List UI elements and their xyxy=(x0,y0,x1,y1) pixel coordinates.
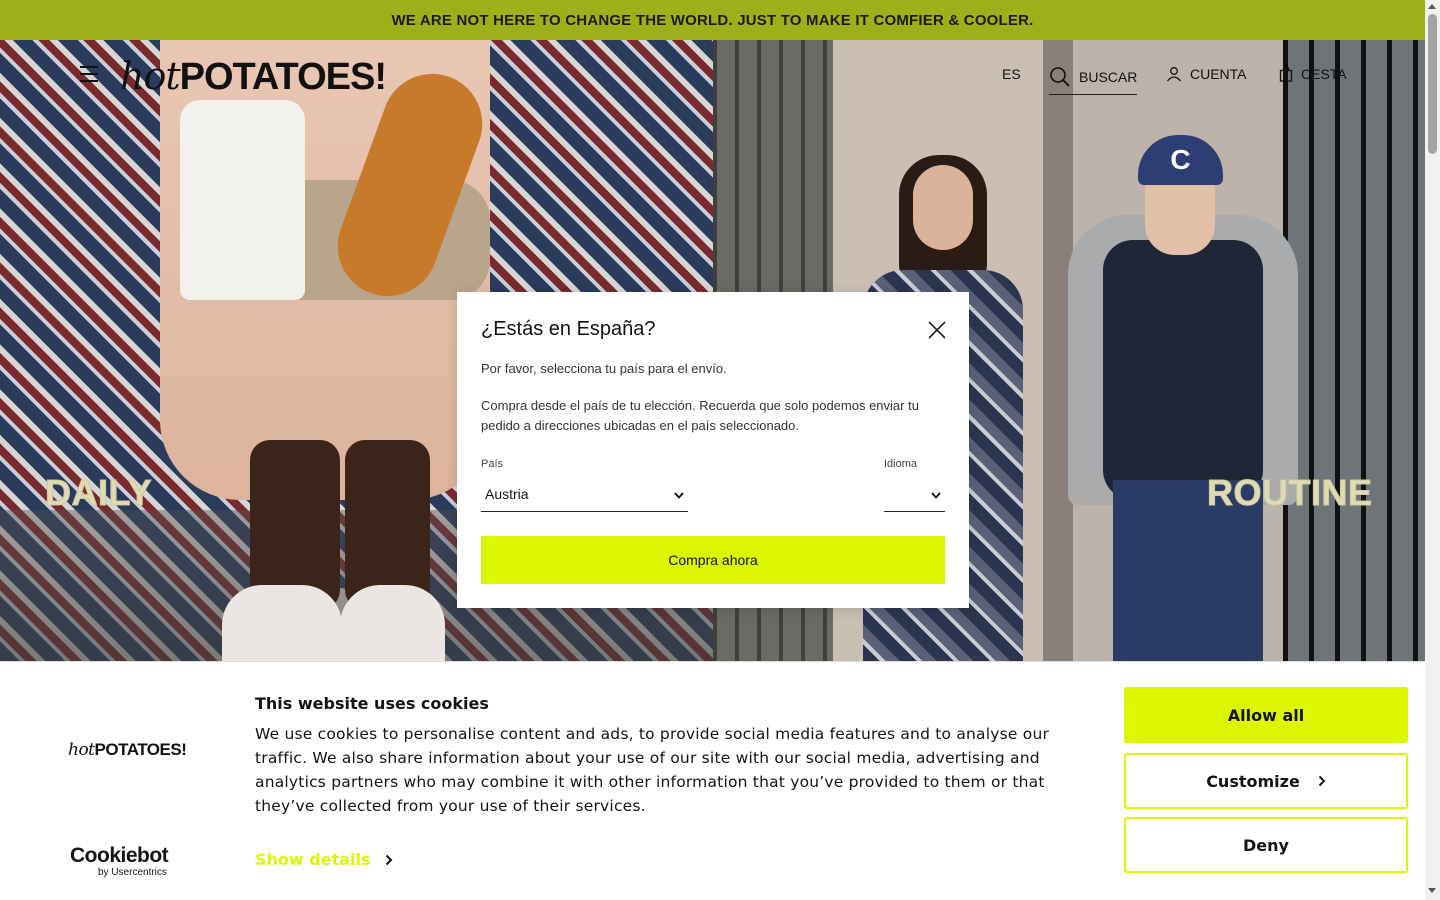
cap-letter: C xyxy=(1138,135,1223,185)
cookiebot-byline: by Usercentrics xyxy=(98,867,167,878)
menu-icon[interactable] xyxy=(80,66,98,82)
language-select[interactable] xyxy=(884,477,945,512)
language-label: ES xyxy=(1002,66,1021,82)
account-label: CUENTA xyxy=(1190,66,1247,82)
cookie-brand-logo: hot POTATOES! xyxy=(68,740,187,760)
country-select[interactable]: Austria xyxy=(481,477,688,512)
logo-script: hot xyxy=(120,54,181,98)
chevron-down-icon xyxy=(674,486,684,502)
chevron-right-icon xyxy=(1318,775,1326,787)
scroll-up-arrow-icon[interactable] xyxy=(1428,4,1436,9)
shop-now-button[interactable]: Compra ahora xyxy=(481,536,945,584)
scroll-down-arrow-icon[interactable] xyxy=(1428,888,1436,893)
close-icon[interactable] xyxy=(927,320,947,340)
show-details-label: Show details xyxy=(255,850,371,869)
scroll-thumb[interactable] xyxy=(1428,14,1437,154)
cart-button[interactable]: CESTA xyxy=(1279,66,1347,82)
account-button[interactable]: CUENTA xyxy=(1166,66,1247,82)
site-header: hot POTATOES! ES BUSCAR CUENTA CESTA xyxy=(0,40,1425,112)
cookiebot-name: Cookiebot xyxy=(70,844,169,867)
bag-icon xyxy=(1279,66,1293,82)
search-icon xyxy=(1049,66,1071,88)
cart-label: CESTA xyxy=(1301,66,1347,82)
country-modal: ¿Estás en España? Por favor, selecciona … xyxy=(457,292,969,608)
cookie-text: We use cookies to personalise content an… xyxy=(255,725,1050,815)
modal-instruction: Por favor, selecciona tu país para el en… xyxy=(481,361,727,376)
customize-button[interactable]: Customize xyxy=(1124,753,1408,809)
announcement-bar: WE ARE NOT HERE TO CHANGE THE WORLD. JUS… xyxy=(0,0,1425,40)
hero-word-routine: ROUTINE xyxy=(1207,472,1373,514)
modal-title: ¿Estás en España? xyxy=(481,318,656,340)
announcement-text: WE ARE NOT HERE TO CHANGE THE WORLD. JUS… xyxy=(391,11,1034,29)
country-label: País xyxy=(481,458,504,470)
language-label-field: Idioma xyxy=(884,458,918,470)
show-details-link[interactable]: Show details xyxy=(255,850,393,869)
search-label: BUSCAR xyxy=(1079,69,1138,85)
chevron-down-icon xyxy=(931,486,941,502)
cookie-title: This website uses cookies xyxy=(255,694,489,713)
country-value: Austria xyxy=(485,486,529,502)
logo-bold: POTATOES! xyxy=(179,56,387,98)
deny-button[interactable]: Deny xyxy=(1124,817,1408,873)
chevron-right-icon xyxy=(385,854,393,866)
hero-word-daily: DAILY xyxy=(44,472,153,514)
user-icon xyxy=(1166,66,1182,82)
cookie-banner: hot POTATOES! Cookiebot by Usercentrics … xyxy=(0,661,1425,900)
allow-all-button[interactable]: Allow all xyxy=(1124,687,1408,743)
language-switch[interactable]: ES xyxy=(1002,66,1021,82)
customize-label: Customize xyxy=(1206,771,1300,791)
site-logo[interactable]: hot POTATOES! xyxy=(120,54,387,100)
cookie-logo-bold: POTATOES! xyxy=(94,740,187,759)
search-button[interactable]: BUSCAR xyxy=(1049,66,1138,95)
cookiebot-logo[interactable]: Cookiebot by Usercentrics xyxy=(70,844,169,879)
modal-description: Compra desde el país de tu elección. Rec… xyxy=(481,398,919,433)
page-scrollbar[interactable] xyxy=(1425,0,1440,900)
cookie-logo-script: hot xyxy=(68,740,95,760)
